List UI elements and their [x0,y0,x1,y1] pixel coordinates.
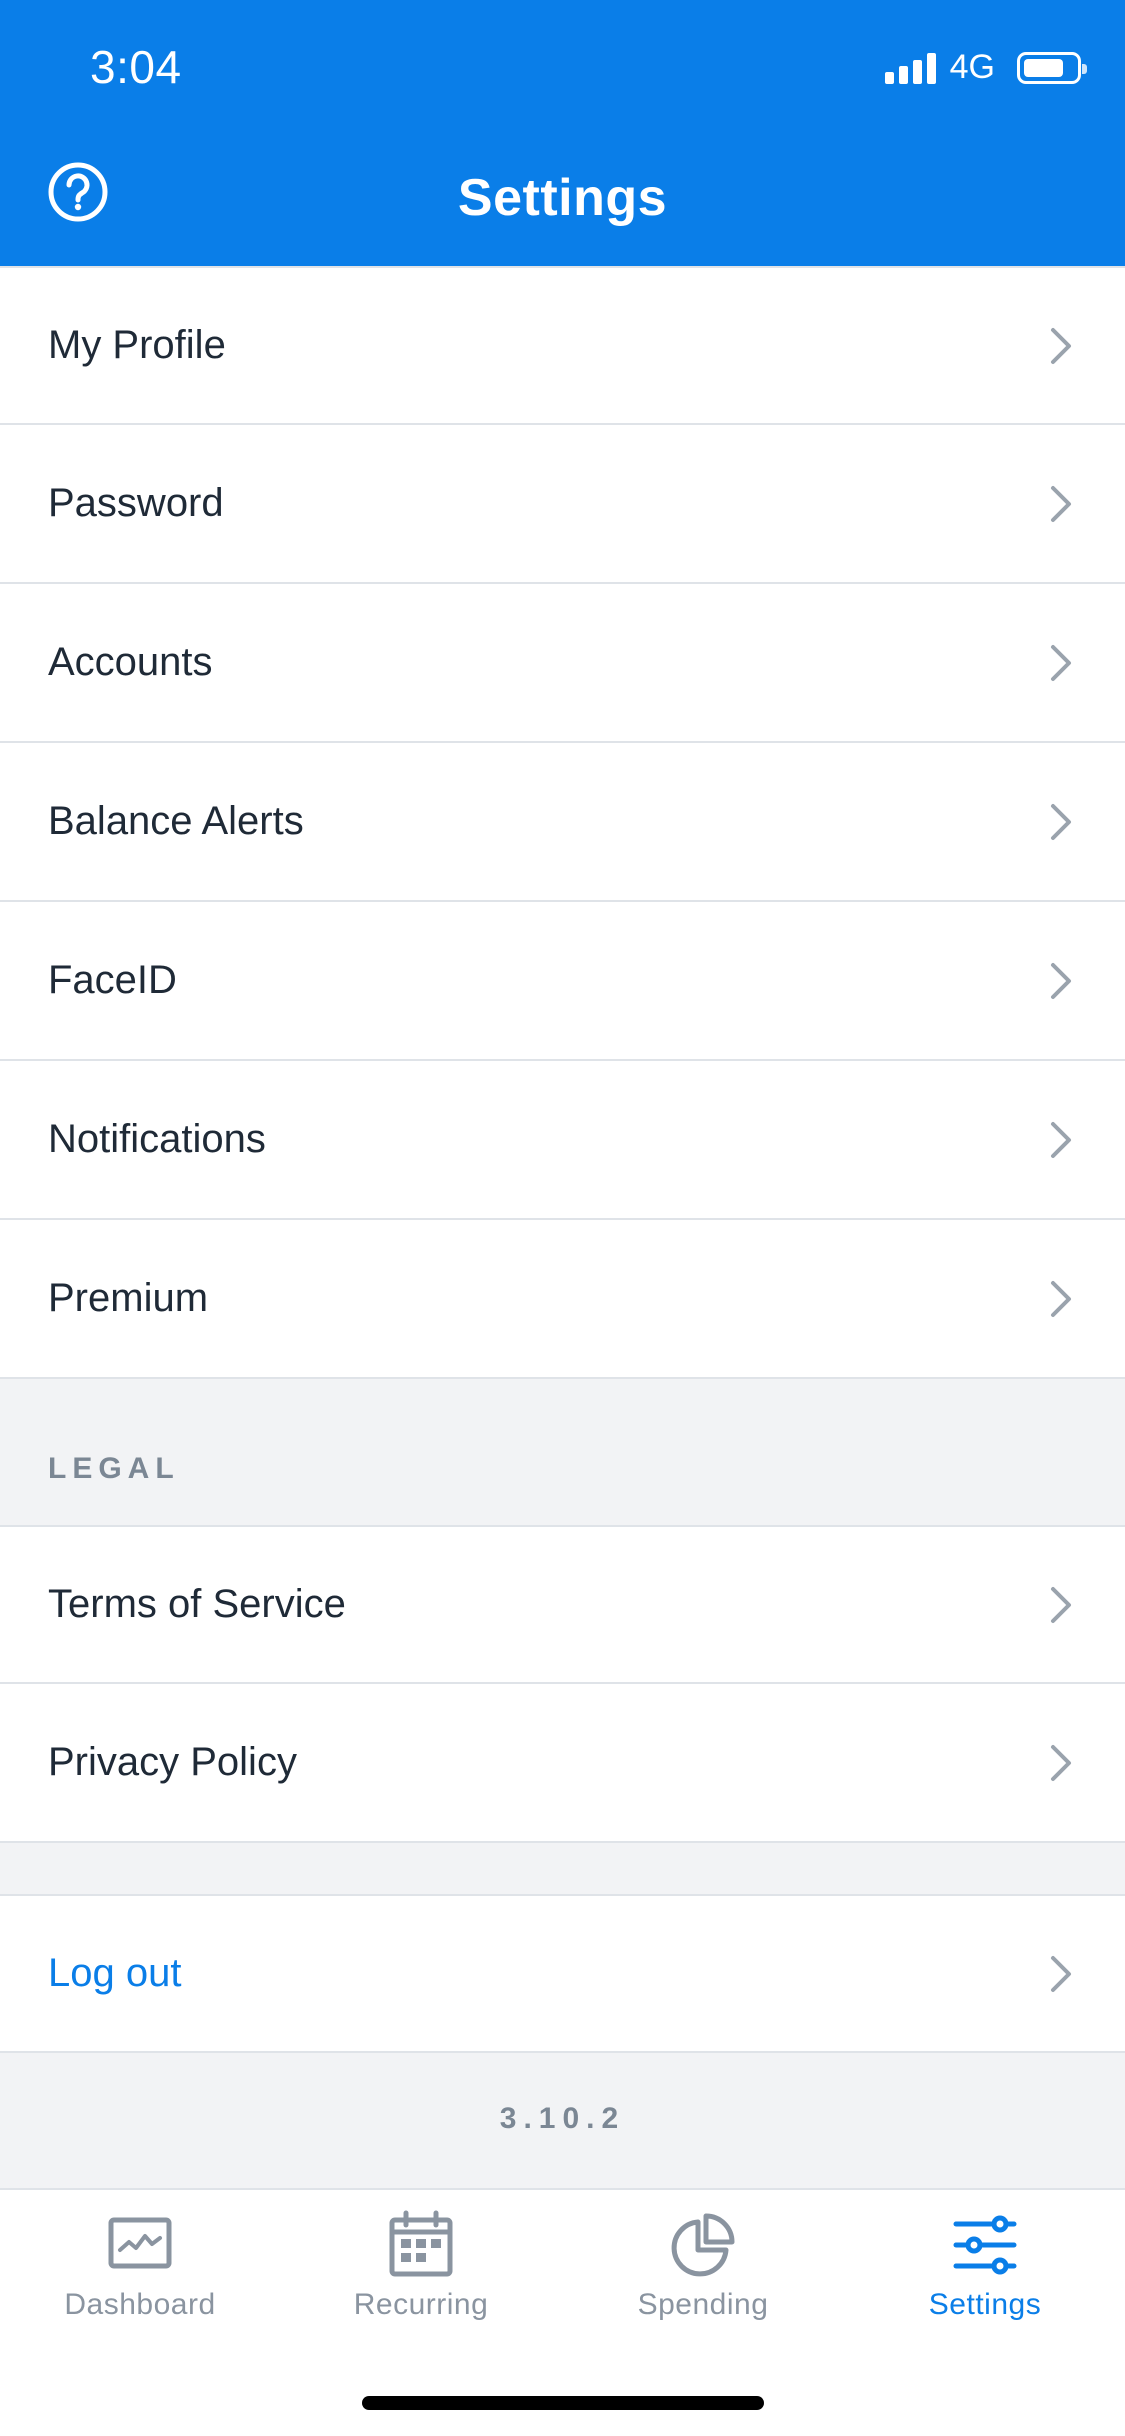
settings-list: My Profile Password Accounts Balance Ale… [0,266,1125,1379]
settings-item-label: My Profile [48,323,226,367]
settings-item-notifications[interactable]: Notifications [0,1061,1125,1220]
chevron-right-icon [1051,803,1071,840]
status-time: 3:04 [90,41,182,93]
settings-item-terms-of-service[interactable]: Terms of Service [0,1525,1125,1684]
settings-item-my-profile[interactable]: My Profile [0,266,1125,425]
settings-item-label: Privacy Policy [48,1740,297,1784]
logout-group: Log out [0,1894,1125,2053]
settings-item-label: Password [48,481,224,525]
settings-item-label: Balance Alerts [48,799,304,843]
tab-dashboard[interactable]: Dashboard [0,2210,280,2322]
settings-item-label: Accounts [48,640,213,684]
settings-item-label: Notifications [48,1117,266,1161]
dashboard-chart-icon [108,2217,172,2269]
tab-spending[interactable]: Spending [563,2210,843,2322]
chevron-right-icon [1051,1955,1071,1992]
status-indicators: 4G [884,48,1087,87]
settings-item-balance-alerts[interactable]: Balance Alerts [0,743,1125,902]
chevron-right-icon [1051,485,1071,522]
section-header-legal: LEGAL [48,1452,180,1485]
settings-item-accounts[interactable]: Accounts [0,584,1125,743]
chevron-right-icon [1051,1121,1071,1158]
app-version: 3.10.2 [499,2102,626,2135]
chevron-right-icon [1051,1280,1071,1317]
tab-label: Spending [637,2288,769,2321]
settings-item-password[interactable]: Password [0,425,1125,584]
tab-label: Dashboard [64,2288,216,2321]
settings-item-label: FaceID [48,958,177,1002]
chevron-right-icon [1051,962,1071,999]
home-indicator [362,2396,764,2410]
settings-item-privacy-policy[interactable]: Privacy Policy [0,1684,1125,1843]
logout-button[interactable]: Log out [0,1894,1125,2053]
tab-settings[interactable]: Settings [845,2210,1125,2322]
chevron-right-icon [1051,327,1071,364]
logout-label: Log out [48,1951,182,1995]
battery-icon [1017,51,1087,84]
chevron-right-icon [1051,1744,1071,1781]
legal-list: Terms of Service Privacy Policy [0,1525,1125,1843]
settings-item-label: Terms of Service [48,1582,346,1626]
tab-label: Recurring [353,2288,489,2321]
chevron-right-icon [1051,1586,1071,1623]
signal-icon [884,52,936,84]
settings-item-premium[interactable]: Premium [0,1220,1125,1379]
page-title: Settings [457,169,668,227]
chevron-right-icon [1051,644,1071,681]
calendar-icon [389,2210,453,2277]
pie-chart-icon [671,2213,735,2277]
header: 3:04 4G Settings [0,0,1125,266]
settings-item-label: Premium [48,1276,209,1320]
tab-label: Settings [928,2288,1042,2321]
tab-recurring[interactable]: Recurring [281,2210,561,2322]
network-type: 4G [949,48,995,86]
sliders-icon [953,2215,1017,2275]
settings-item-faceid[interactable]: FaceID [0,902,1125,1061]
